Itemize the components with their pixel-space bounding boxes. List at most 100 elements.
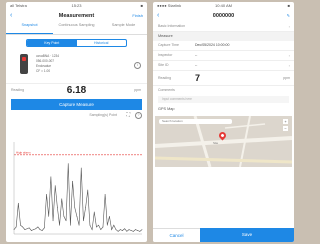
nav-bar: ‹ Measurement Finish — [6, 10, 147, 22]
sample-point — [76, 216, 78, 217]
sample-point — [119, 229, 121, 230]
field-value: -- — [195, 63, 198, 67]
status-bar: ●●●● Starlink 10:40 AM ■ — [153, 2, 294, 10]
cancel-button[interactable]: Cancel — [153, 228, 200, 242]
chevron-right-icon: › — [288, 53, 290, 58]
sample-point — [15, 226, 17, 228]
measure-detail-screen: ●●●● Starlink 10:40 AM ■ ‹ 0000000 ✎ Bas… — [153, 2, 294, 242]
zoom-in-button[interactable]: + — [283, 119, 288, 124]
sample-point — [126, 231, 128, 232]
sample-point — [91, 229, 93, 230]
info-icon[interactable]: i — [134, 62, 141, 69]
sample-point — [104, 194, 106, 195]
sample-point — [115, 229, 117, 230]
basic-information-row[interactable]: Basic Information › — [153, 22, 294, 32]
help-icon[interactable]: ? — [135, 112, 142, 119]
tab-sample-mode[interactable]: Sample Mode — [100, 22, 147, 34]
field-value: -- — [195, 53, 198, 57]
sample-point — [132, 231, 134, 232]
zoom-out-button[interactable]: − — [283, 126, 288, 131]
field-value: Dec/05/2024 10:00:00 — [195, 43, 230, 47]
sample-point — [139, 231, 141, 232]
sample-point — [124, 228, 125, 230]
sample-point — [39, 229, 41, 230]
battery-icon: ■ — [287, 3, 290, 8]
key-point-option[interactable]: Key Point — [27, 40, 77, 46]
save-button[interactable]: Save — [200, 228, 294, 242]
expand-icon[interactable]: ⛶ — [126, 110, 130, 120]
gps-map[interactable]: Search location Site + − — [155, 116, 292, 167]
point-mode-toggle: Key Point Historical — [26, 39, 127, 47]
finish-button[interactable]: Finish — [132, 10, 143, 22]
capture-time-row: Capture Time Dec/05/2024 10:00:00 — [153, 41, 294, 51]
sample-point — [67, 163, 69, 164]
reading-row: Reading 7 ppm — [153, 71, 294, 86]
page-title: 0000000 — [212, 13, 235, 19]
tab-continuous-sampling[interactable]: Continuous Sampling — [53, 22, 100, 34]
comments-label: Comments — [158, 88, 175, 92]
sampling-label: Sampling(s) Point — [89, 113, 117, 117]
sample-point — [46, 194, 47, 195]
sample-point — [74, 207, 76, 208]
sample-point — [100, 229, 102, 230]
chevron-right-icon: › — [288, 63, 290, 68]
status-bar: all Telstra 15:23 ■ — [6, 2, 147, 10]
sample-point — [102, 226, 104, 228]
sample-point — [80, 167, 82, 169]
sampling-toolbar: Sampling(s) Point ⛶ ? — [6, 110, 147, 120]
high-alarm-label: High alarm — [16, 150, 31, 154]
gas-detector-icon — [20, 54, 28, 74]
mode-tabs: Snapshot Continuous Sampling Sample Mode — [6, 22, 147, 35]
sample-point — [37, 226, 39, 228]
sample-point — [137, 230, 139, 231]
clock-text: 10:40 AM — [215, 3, 232, 8]
sample-point — [65, 220, 67, 222]
sample-point — [13, 229, 15, 230]
reading-label: Reading — [158, 76, 172, 80]
sample-point — [31, 230, 32, 231]
comments-row: Comments — [153, 86, 294, 95]
edit-icon[interactable]: ✎ — [287, 10, 290, 22]
field-key: Capture Time — [158, 43, 180, 47]
reading-unit: ppm — [134, 88, 141, 92]
sample-point — [130, 230, 132, 231]
capture-measure-button[interactable]: Capture Measure — [11, 99, 142, 110]
tab-snapshot[interactable]: Snapshot — [6, 22, 53, 34]
sample-point — [61, 198, 63, 200]
sample-point — [44, 227, 45, 229]
sample-point — [78, 224, 80, 226]
device-card[interactable]: ucvaBNA · 1234 056-000-007 Endovalue CF … — [6, 51, 147, 81]
sample-point — [26, 228, 28, 230]
nav-bar: ‹ 0000000 ✎ — [153, 10, 294, 22]
sample-point — [106, 224, 108, 226]
reading-value: 6.18 — [66, 85, 87, 96]
sample-point — [35, 228, 37, 230]
sample-point — [17, 202, 19, 204]
site-id-row[interactable]: Site ID -- › — [153, 61, 294, 71]
comments-input[interactable]: Input comments here — [158, 96, 289, 103]
action-bar: Cancel Save — [153, 228, 294, 242]
inspector-row[interactable]: Inspector -- › — [153, 51, 294, 61]
sample-point — [20, 224, 21, 226]
gps-map-header: GPS Map — [153, 105, 294, 114]
map-search-bar[interactable]: Search location — [159, 119, 232, 124]
historical-option[interactable]: Historical — [77, 40, 127, 46]
sample-point — [87, 189, 89, 191]
sample-point — [63, 216, 65, 217]
sample-point — [113, 224, 115, 226]
measurement-screen: all Telstra 15:23 ■ ‹ Measurement Finish… — [6, 2, 147, 242]
sample-point — [93, 211, 95, 213]
sample-point — [122, 230, 123, 231]
reading-row: Reading 6.18 ppm — [6, 83, 147, 96]
sample-point — [24, 229, 26, 230]
basic-information-label: Basic Information — [158, 24, 186, 28]
sample-point — [72, 180, 73, 182]
sample-point — [41, 230, 43, 231]
sample-point — [128, 229, 130, 230]
measure-section-header: Measure — [153, 32, 294, 41]
clock-text: 15:23 — [71, 3, 82, 8]
device-cf: CF = 1.00 — [36, 69, 51, 73]
sample-point — [135, 229, 136, 230]
sample-point — [109, 216, 110, 217]
sample-point — [59, 224, 60, 226]
